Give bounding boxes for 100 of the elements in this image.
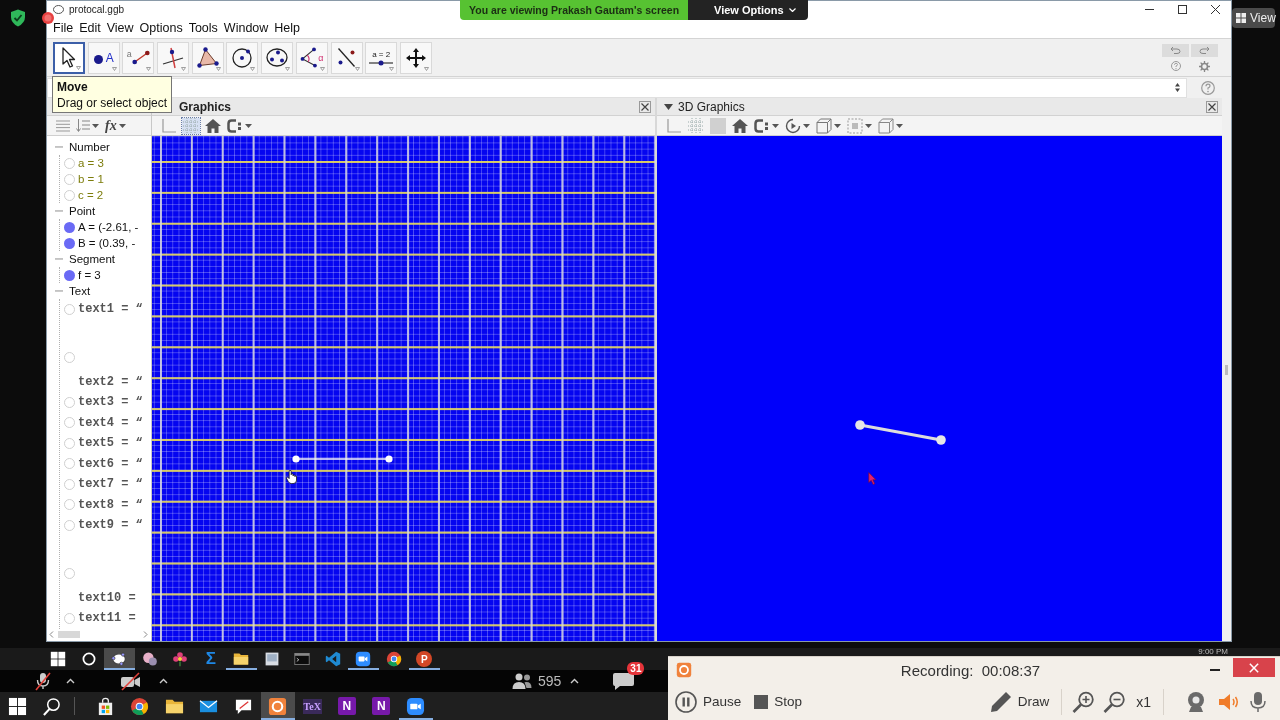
- algebra-item[interactable]: text7 = “: [64, 474, 151, 495]
- tooltip-title: Move: [57, 79, 89, 95]
- circle-icon: [80, 651, 97, 667]
- zoom-in-icon: [1072, 690, 1095, 713]
- view-options-button[interactable]: View Options: [688, 0, 808, 20]
- recording-status: Recording: 00:08:37: [899, 661, 1042, 679]
- video-button[interactable]: [120, 671, 141, 691]
- category-row[interactable]: Text: [55, 283, 151, 299]
- stop-icon: [754, 694, 769, 709]
- participants-options-button[interactable]: [570, 678, 580, 684]
- algebra-item[interactable]: text10 =: [64, 587, 151, 608]
- cube-icon: [816, 117, 832, 134]
- line-segment[interactable]: [292, 455, 393, 463]
- algebra-item[interactable]: text5 = “: [64, 433, 151, 454]
- record-frame-icon: [676, 662, 692, 678]
- move-tool[interactable]: [53, 41, 85, 74]
- algebra-item[interactable]: text8 = “: [64, 494, 151, 515]
- participants-button[interactable]: 595: [512, 673, 562, 689]
- menu-item[interactable]: View: [106, 21, 134, 35]
- capture-button[interactable]: [226, 117, 253, 134]
- taskbar-button[interactable]: N: [364, 692, 399, 720]
- home-button[interactable]: [204, 117, 222, 134]
- video-options-button[interactable]: [159, 678, 168, 684]
- menu-item[interactable]: Options: [139, 21, 183, 35]
- menu-item[interactable]: Edit: [79, 21, 101, 35]
- menu-item[interactable]: Window: [223, 21, 269, 35]
- algebra-item[interactable]: text4 = “: [64, 412, 151, 433]
- audio-options-button[interactable]: [66, 678, 75, 684]
- home-button[interactable]: [731, 117, 749, 134]
- grid-button[interactable]: [182, 117, 200, 134]
- taskbar-button[interactable]: [260, 692, 295, 720]
- view-button[interactable]: [815, 117, 842, 134]
- graphics-canvas[interactable]: [152, 136, 655, 641]
- undo-icon: [1170, 46, 1181, 54]
- algebra-item[interactable]: a = 3: [64, 155, 151, 171]
- scrollbar[interactable]: [47, 630, 151, 639]
- circle-three-tool[interactable]: [261, 41, 294, 74]
- polygon-tool[interactable]: [191, 41, 224, 74]
- close-button[interactable]: [1206, 100, 1218, 113]
- zoom-out-button[interactable]: [1103, 690, 1126, 713]
- taskbar-button[interactable]: Σ: [195, 648, 226, 670]
- microphone-icon[interactable]: [1250, 690, 1266, 713]
- algebra-item[interactable]: text3 = “: [64, 392, 151, 413]
- algebra-item[interactable]: text2 = “: [64, 371, 151, 392]
- reflect-tool[interactable]: [330, 41, 363, 74]
- sort-button[interactable]: [75, 117, 100, 134]
- cube-icon: [878, 117, 894, 134]
- segment-tool[interactable]: a: [122, 41, 155, 74]
- angle-tool[interactable]: α: [295, 41, 328, 74]
- category-row[interactable]: Segment: [55, 251, 151, 267]
- view-button[interactable]: View: [1232, 8, 1275, 28]
- caret-icon: [245, 123, 252, 128]
- zoom-in-button[interactable]: [1072, 690, 1095, 713]
- projection-button[interactable]: [877, 117, 904, 134]
- algebra-item[interactable]: text9 = “: [64, 515, 151, 536]
- category-row[interactable]: Number: [55, 139, 151, 155]
- dashed-box-icon: [847, 117, 863, 134]
- stop-button[interactable]: Stop: [754, 688, 803, 715]
- taskbar-button[interactable]: P: [409, 648, 440, 670]
- taskbar-button[interactable]: TeX: [295, 692, 330, 720]
- mute-button[interactable]: [34, 671, 52, 691]
- caret-icon: [285, 66, 291, 71]
- algebra-item[interactable]: text6 = “: [64, 453, 151, 474]
- rotate-button[interactable]: [784, 117, 811, 134]
- close-button[interactable]: [639, 100, 651, 113]
- input-button[interactable]: fx: [104, 117, 127, 134]
- category-row[interactable]: Point: [55, 203, 151, 219]
- menu-item[interactable]: Tools: [188, 21, 218, 35]
- pause-button[interactable]: Pause: [675, 688, 742, 715]
- capture-button[interactable]: [753, 117, 780, 134]
- taskbar-button[interactable]: N: [329, 692, 364, 720]
- undo-button[interactable]: [1162, 43, 1189, 57]
- circle-center-tool[interactable]: [226, 41, 259, 74]
- pause-icon: [675, 690, 697, 713]
- algebra-item[interactable]: c = 2: [64, 187, 151, 203]
- algebra-item[interactable]: text1 = “: [64, 299, 151, 320]
- line-segment[interactable]: [854, 419, 947, 446]
- line-points-icon: [337, 47, 356, 68]
- algebra-item[interactable]: f = 3: [64, 267, 151, 283]
- algebra-item[interactable]: b = 1: [64, 171, 151, 187]
- menu-item[interactable]: Help: [274, 21, 301, 35]
- menu-item[interactable]: File: [53, 21, 74, 35]
- taskbar-button[interactable]: [104, 648, 135, 670]
- point-tool[interactable]: A: [87, 41, 120, 74]
- zoom-out-icon: [1103, 690, 1126, 713]
- redo-button[interactable]: [1191, 43, 1218, 57]
- pan-tool[interactable]: [399, 41, 432, 74]
- close-icon: [1210, 5, 1220, 14]
- algebra-item[interactable]: text11 =: [64, 608, 151, 629]
- algebra-item[interactable]: B = (0.39, -: [64, 235, 151, 251]
- clip-button[interactable]: [846, 117, 873, 134]
- input-field[interactable]: [47, 77, 1187, 98]
- slider-tool[interactable]: a = 2: [365, 41, 398, 74]
- start-icon: [50, 651, 67, 667]
- settings-button[interactable]: [1199, 60, 1210, 72]
- perpendicular-tool[interactable]: [157, 41, 190, 74]
- draw-button[interactable]: Draw: [989, 688, 1050, 715]
- webcam-icon[interactable]: [1185, 690, 1207, 713]
- chat-button[interactable]: [612, 671, 636, 691]
- algebra-item[interactable]: A = (-2.61, -: [64, 219, 151, 235]
